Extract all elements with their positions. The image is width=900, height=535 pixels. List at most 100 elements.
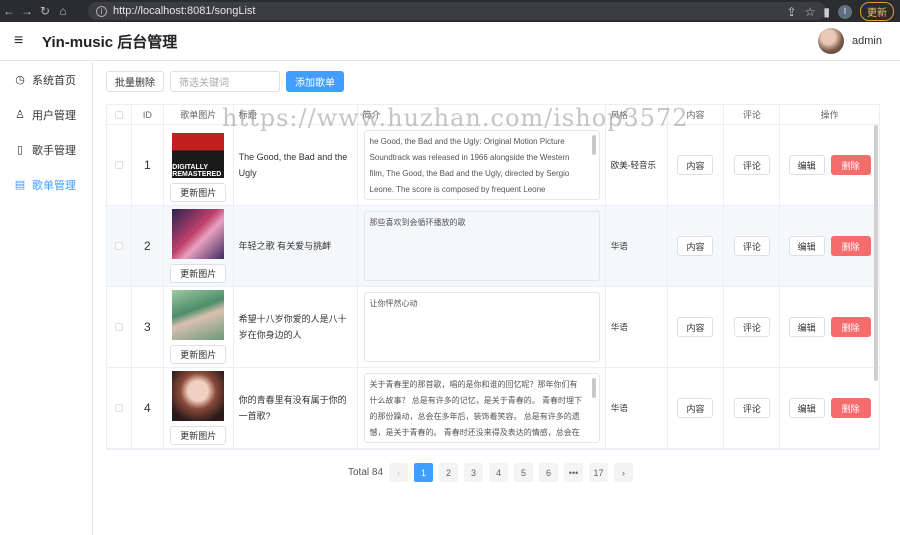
edit-button[interactable]: 编辑 xyxy=(788,317,825,337)
sidepanel-icon[interactable]: ▮ xyxy=(823,5,830,19)
table-header: ID 歌单图片 标题 简介 风格 内容 评论 操作 xyxy=(107,104,879,125)
sidebar-item-label: 歌手管理 xyxy=(32,144,76,157)
textarea-scrollbar[interactable] xyxy=(591,135,596,155)
search-input[interactable]: 筛选关键词 xyxy=(170,71,280,92)
edit-button[interactable]: 编辑 xyxy=(788,398,825,418)
page-2[interactable]: 2 xyxy=(439,463,459,482)
comment-button[interactable]: 评论 xyxy=(733,155,770,175)
header-title: 标题 xyxy=(234,104,359,125)
comment-button[interactable]: 评论 xyxy=(733,398,770,418)
forward-icon[interactable]: → xyxy=(18,4,36,18)
page-4[interactable]: 4 xyxy=(489,463,509,482)
url-text: http://localhost:8081/songList xyxy=(113,5,256,17)
row-image-cell: DIGITALLY REMASTERED 更新图片 xyxy=(164,125,234,205)
row-content-cell: 内容 xyxy=(668,287,725,367)
intro-textarea[interactable]: 那些喜欢到会循环播放的歌 xyxy=(363,211,600,281)
delete-button[interactable]: 删除 xyxy=(830,236,871,256)
phone-icon: ▯ xyxy=(16,144,24,156)
sidebar-item-home[interactable]: ◷ 系统首页 xyxy=(0,62,92,97)
delete-button[interactable]: 删除 xyxy=(830,398,871,418)
table-scrollbar[interactable] xyxy=(874,125,878,381)
pagination-total: Total 84 xyxy=(348,467,384,478)
intro-textarea[interactable]: he Good, the Bad and the Ugly: Original … xyxy=(363,130,600,200)
info-icon[interactable]: i xyxy=(96,5,107,17)
page-ellipsis[interactable]: ••• xyxy=(564,463,584,482)
row-intro-cell: he Good, the Bad and the Ugly: Original … xyxy=(358,125,606,205)
intro-textarea[interactable]: 关于青春里的那首歌，唱的是你和谁的回忆呢？那年你们有什么故事？ 总是有许多的记忆… xyxy=(363,373,600,443)
home-icon[interactable]: ⌂ xyxy=(54,4,72,18)
row-title: 你的青春里有没有属于你的一首歌? xyxy=(234,368,359,448)
songlist-cover: DIGITALLY REMASTERED xyxy=(172,128,225,178)
page-5[interactable]: 5 xyxy=(514,463,534,482)
songlist-cover xyxy=(172,209,225,259)
row-checkbox[interactable] xyxy=(114,404,123,412)
row-comment-cell: 评论 xyxy=(724,125,781,205)
row-style: 欧美-轻音乐 xyxy=(606,125,668,205)
sidebar-item-songlists[interactable]: ▤ 歌单管理 xyxy=(0,167,92,202)
user-menu[interactable]: admin xyxy=(818,28,882,54)
row-id: 3 xyxy=(132,287,164,367)
browser-bar: ← → ↻ ⌂ i http://localhost:8081/songList … xyxy=(0,0,900,22)
update-image-button[interactable]: 更新图片 xyxy=(170,183,227,202)
prev-page-icon[interactable]: ‹ xyxy=(389,463,409,482)
address-bar[interactable]: i http://localhost:8081/songList xyxy=(88,2,826,20)
songlist-table: ID 歌单图片 标题 简介 风格 内容 评论 操作 1 DIGITALLY RE… xyxy=(106,104,880,450)
intro-textarea[interactable]: 让你怦然心动 xyxy=(363,292,600,362)
row-style: 华语 xyxy=(606,206,668,286)
next-page-icon[interactable]: › xyxy=(614,463,634,482)
clock-icon: ◷ xyxy=(15,74,25,86)
row-id: 4 xyxy=(132,368,164,448)
row-checkbox[interactable] xyxy=(114,242,123,250)
page-6[interactable]: 6 xyxy=(539,463,559,482)
content-button[interactable]: 内容 xyxy=(677,236,714,256)
row-content-cell: 内容 xyxy=(668,368,725,448)
menu-icon[interactable]: ≡ xyxy=(14,32,28,50)
row-title: 年轻之歌 有关爱与挑衅 xyxy=(234,206,359,286)
back-icon[interactable]: ← xyxy=(0,4,18,18)
avatar[interactable] xyxy=(818,28,845,54)
songlist-cover xyxy=(172,371,225,421)
row-content-cell: 内容 xyxy=(668,125,725,205)
cover-caption: DIGITALLY REMASTERED xyxy=(172,164,222,178)
star-icon[interactable]: ☆ xyxy=(805,5,816,19)
content-button[interactable]: 内容 xyxy=(677,155,714,175)
batch-delete-button[interactable]: 批量删除 xyxy=(106,71,164,92)
update-image-button[interactable]: 更新图片 xyxy=(170,426,227,445)
share-icon[interactable]: ⇪ xyxy=(787,5,797,19)
edit-button[interactable]: 编辑 xyxy=(788,155,825,175)
sidebar-item-singers[interactable]: ▯ 歌手管理 xyxy=(0,132,92,167)
row-comment-cell: 评论 xyxy=(724,206,781,286)
row-title: The Good, the Bad and the Ugly xyxy=(234,125,359,205)
comment-button[interactable]: 评论 xyxy=(733,236,770,256)
row-content-cell: 内容 xyxy=(668,206,725,286)
update-image-button[interactable]: 更新图片 xyxy=(170,345,227,364)
update-image-button[interactable]: 更新图片 xyxy=(170,264,227,283)
content-button[interactable]: 内容 xyxy=(677,398,714,418)
select-all-checkbox[interactable] xyxy=(114,110,123,119)
table-row: 2 更新图片 年轻之歌 有关爱与挑衅 那些喜欢到会循环播放的歌 华语 内容 评论… xyxy=(107,206,879,287)
row-style: 华语 xyxy=(606,368,668,448)
comment-button[interactable]: 评论 xyxy=(733,317,770,337)
page-17[interactable]: 17 xyxy=(589,463,609,482)
add-songlist-button[interactable]: 添加歌单 xyxy=(286,71,344,92)
edit-button[interactable]: 编辑 xyxy=(788,236,825,256)
page-1[interactable]: 1 xyxy=(414,463,434,482)
row-image-cell: 更新图片 xyxy=(164,368,234,448)
username[interactable]: admin xyxy=(852,35,882,47)
pagination: Total 84 ‹ 1 2 3 4 5 6 ••• 17 › xyxy=(348,463,634,482)
row-checkbox[interactable] xyxy=(114,161,123,169)
textarea-scrollbar[interactable] xyxy=(591,378,596,398)
row-checkbox-cell xyxy=(107,206,132,286)
delete-button[interactable]: 删除 xyxy=(830,317,871,337)
sidebar-item-label: 歌单管理 xyxy=(32,179,76,192)
row-checkbox[interactable] xyxy=(114,323,123,331)
content-button[interactable]: 内容 xyxy=(677,317,714,337)
delete-button[interactable]: 删除 xyxy=(830,155,871,175)
reload-icon[interactable]: ↻ xyxy=(36,4,54,18)
header-image: 歌单图片 xyxy=(164,104,234,125)
update-button[interactable]: 更新 xyxy=(860,2,894,21)
sidebar-item-users[interactable]: ♙ 用户管理 xyxy=(0,97,92,132)
table-row: 1 DIGITALLY REMASTERED 更新图片 The Good, the… xyxy=(107,125,879,206)
profile-avatar[interactable]: I xyxy=(838,4,852,19)
page-3[interactable]: 3 xyxy=(464,463,484,482)
